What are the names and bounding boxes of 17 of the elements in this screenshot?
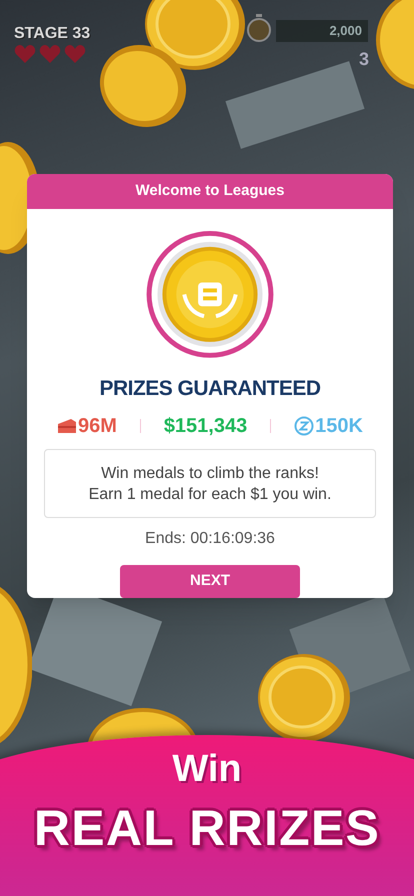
stage-label: STAGE 33: [14, 24, 90, 44]
banner-title: Win: [172, 747, 242, 792]
medal-icon: [144, 228, 276, 360]
stopwatch-icon: [247, 14, 271, 42]
banner-headline: REAL RRIZES: [34, 799, 380, 858]
prize-amount: 150K: [315, 414, 363, 439]
prize-amount: 96M: [78, 414, 117, 439]
ticket-icon: [57, 418, 77, 434]
info-panel: Win medals to climb the ranks! Earn 1 medal for each $1 you win.: [44, 448, 376, 518]
prize-amount: $151,343: [164, 414, 248, 439]
countdown-text: Ends: 00:16:09:36: [145, 529, 275, 550]
dialog-title: Welcome to Leagues: [27, 174, 393, 209]
score-bar: 2,000: [276, 20, 368, 42]
next-button[interactable]: NEXT: [120, 565, 300, 598]
token-icon: [294, 416, 314, 436]
headline: PRIZES GUARANTEED: [100, 376, 320, 402]
counter-label: 3: [359, 48, 370, 71]
